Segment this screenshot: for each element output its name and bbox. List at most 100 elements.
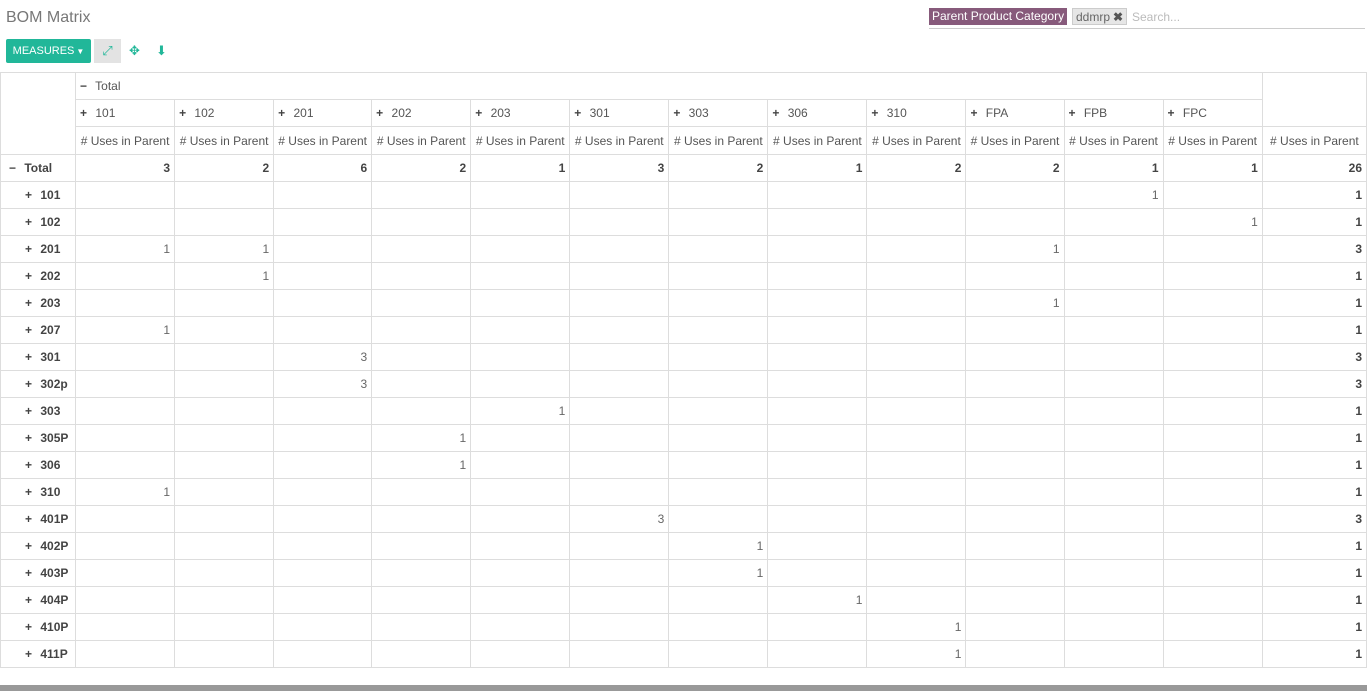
data-cell[interactable]: 1 xyxy=(668,559,769,587)
col-header-item[interactable]: + FPA xyxy=(965,99,1065,127)
data-cell[interactable] xyxy=(371,316,472,344)
row-header[interactable]: + 201 xyxy=(0,235,77,263)
data-cell[interactable] xyxy=(1162,586,1263,614)
data-cell[interactable] xyxy=(273,397,373,425)
data-cell[interactable] xyxy=(371,208,472,236)
grand-total-cell[interactable]: 26 xyxy=(1261,154,1367,182)
data-cell[interactable] xyxy=(371,262,472,290)
data-cell[interactable] xyxy=(470,343,571,371)
data-cell[interactable] xyxy=(866,451,967,479)
data-cell[interactable] xyxy=(569,316,670,344)
data-cell[interactable] xyxy=(767,208,868,236)
data-cell[interactable] xyxy=(273,208,373,236)
data-cell[interactable] xyxy=(668,262,769,290)
data-cell[interactable] xyxy=(1162,424,1263,452)
data-cell[interactable] xyxy=(174,640,275,668)
col-header-item[interactable]: + 102 xyxy=(174,99,275,127)
data-cell[interactable]: 3 xyxy=(273,370,373,398)
data-cell[interactable] xyxy=(965,424,1065,452)
data-cell[interactable] xyxy=(273,559,373,587)
data-cell[interactable] xyxy=(1162,316,1263,344)
download-button[interactable]: ⬇ xyxy=(148,39,175,63)
data-cell[interactable] xyxy=(174,181,275,209)
total-cell[interactable]: 2 xyxy=(174,154,275,182)
data-cell[interactable] xyxy=(470,640,571,668)
data-cell[interactable]: 1 xyxy=(1063,181,1164,209)
data-cell[interactable] xyxy=(767,478,868,506)
data-cell[interactable] xyxy=(767,370,868,398)
data-cell[interactable]: 1 xyxy=(965,235,1065,263)
data-cell[interactable] xyxy=(866,586,967,614)
search-input[interactable] xyxy=(1132,9,1362,25)
data-cell[interactable] xyxy=(470,370,571,398)
data-cell[interactable] xyxy=(371,478,472,506)
data-cell[interactable] xyxy=(1162,262,1263,290)
data-cell[interactable] xyxy=(569,289,670,317)
data-cell[interactable] xyxy=(75,451,176,479)
data-cell[interactable] xyxy=(470,532,571,560)
data-cell[interactable] xyxy=(174,613,275,641)
data-cell[interactable]: 1 xyxy=(75,235,176,263)
facet-remove-icon[interactable]: ✖ xyxy=(1113,10,1123,24)
data-cell[interactable]: 1 xyxy=(75,316,176,344)
data-cell[interactable] xyxy=(273,289,373,317)
row-total-cell[interactable]: 1 xyxy=(1261,262,1367,290)
data-cell[interactable] xyxy=(75,640,176,668)
data-cell[interactable] xyxy=(866,424,967,452)
data-cell[interactable] xyxy=(75,613,176,641)
total-cell[interactable]: 1 xyxy=(1063,154,1164,182)
expand-all-button[interactable]: ⤢ xyxy=(94,39,121,63)
data-cell[interactable] xyxy=(569,478,670,506)
data-cell[interactable] xyxy=(668,343,769,371)
total-cell[interactable]: 3 xyxy=(75,154,176,182)
data-cell[interactable] xyxy=(569,424,670,452)
data-cell[interactable]: 1 xyxy=(866,640,967,668)
data-cell[interactable] xyxy=(965,478,1065,506)
row-header[interactable]: + 207 xyxy=(0,316,77,344)
row-total-cell[interactable]: 1 xyxy=(1261,478,1367,506)
col-header-item[interactable]: + 101 xyxy=(75,99,176,127)
col-header-item[interactable]: + FPC xyxy=(1162,99,1263,127)
data-cell[interactable] xyxy=(273,316,373,344)
col-header-item[interactable]: + 203 xyxy=(470,99,571,127)
data-cell[interactable] xyxy=(174,532,275,560)
row-total-cell[interactable]: 1 xyxy=(1261,559,1367,587)
row-total-cell[interactable]: 3 xyxy=(1261,235,1367,263)
row-header[interactable]: + 401P xyxy=(0,505,77,533)
data-cell[interactable] xyxy=(1162,370,1263,398)
data-cell[interactable] xyxy=(75,289,176,317)
data-cell[interactable] xyxy=(273,478,373,506)
data-cell[interactable] xyxy=(965,181,1065,209)
data-cell[interactable] xyxy=(75,505,176,533)
row-header[interactable]: + 202 xyxy=(0,262,77,290)
data-cell[interactable] xyxy=(767,640,868,668)
data-cell[interactable]: 1 xyxy=(767,586,868,614)
data-cell[interactable] xyxy=(273,532,373,560)
data-cell[interactable] xyxy=(1162,505,1263,533)
data-cell[interactable] xyxy=(273,235,373,263)
data-cell[interactable] xyxy=(470,478,571,506)
row-total-cell[interactable]: 1 xyxy=(1261,451,1367,479)
data-cell[interactable] xyxy=(371,397,472,425)
data-cell[interactable] xyxy=(569,451,670,479)
data-cell[interactable] xyxy=(668,397,769,425)
data-cell[interactable]: 1 xyxy=(668,532,769,560)
data-cell[interactable] xyxy=(965,451,1065,479)
data-cell[interactable] xyxy=(75,181,176,209)
col-header-item[interactable]: + FPB xyxy=(1063,99,1164,127)
flip-axis-button[interactable]: ✥ xyxy=(121,39,148,63)
data-cell[interactable] xyxy=(569,586,670,614)
data-cell[interactable] xyxy=(1063,262,1164,290)
data-cell[interactable]: 1 xyxy=(371,451,472,479)
data-cell[interactable] xyxy=(668,451,769,479)
row-total-cell[interactable]: 3 xyxy=(1261,370,1367,398)
data-cell[interactable] xyxy=(965,397,1065,425)
data-cell[interactable] xyxy=(174,370,275,398)
data-cell[interactable] xyxy=(1063,289,1164,317)
data-cell[interactable] xyxy=(767,559,868,587)
total-cell[interactable]: 2 xyxy=(668,154,769,182)
data-cell[interactable] xyxy=(965,505,1065,533)
row-header[interactable]: + 102 xyxy=(0,208,77,236)
data-cell[interactable] xyxy=(866,262,967,290)
data-cell[interactable] xyxy=(668,505,769,533)
